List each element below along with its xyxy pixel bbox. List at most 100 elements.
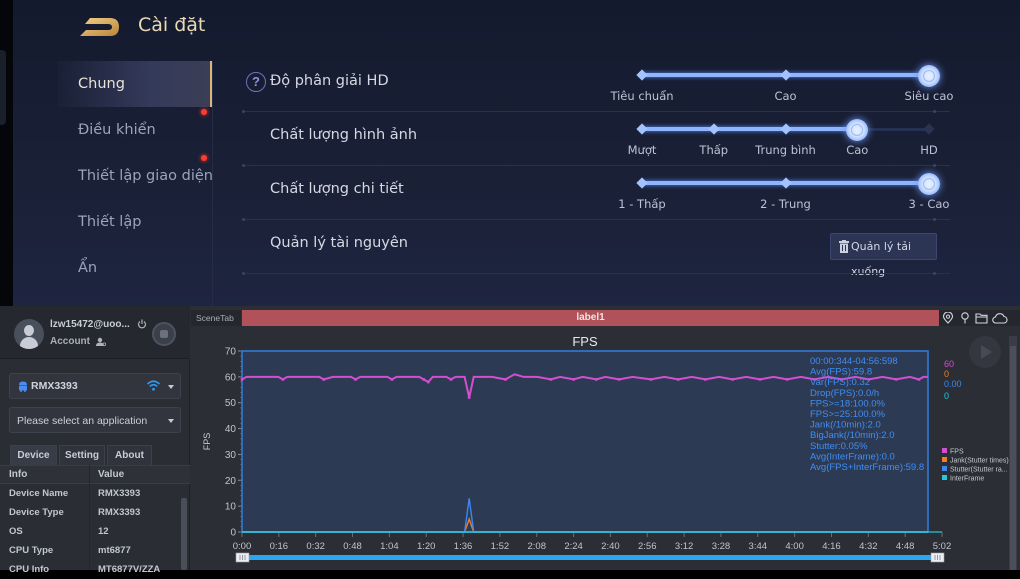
slider-knob[interactable] [846,119,869,141]
location-pin-icon[interactable] [959,312,971,324]
x-tick-label: 4:16 [822,541,841,552]
stat-line: Stutter:0.05% [810,441,868,452]
row-value: RMX3393 [98,488,141,499]
sidebar-item-hidden[interactable]: Ẩn [58,245,213,291]
fps-data-point [549,378,553,381]
fps-data-point [390,378,394,381]
label-bar[interactable]: label1 [242,310,939,326]
device-name: RMX3393 [31,380,78,392]
slider-option-label[interactable]: HD [920,143,938,157]
tab-device[interactable]: Device [10,445,57,465]
back-logo-icon[interactable] [80,17,120,37]
manage-downloads-button[interactable]: Quản lý tải xuống [830,233,937,278]
x-tick-label: 4:48 [896,541,915,552]
android-icon [19,381,27,392]
slider-step-marker[interactable] [779,69,792,81]
fps-data-point [758,378,762,381]
x-tick-label: 2:56 [638,541,657,552]
scene-tab[interactable]: SceneTab [191,310,241,326]
chevron-down-icon [168,385,174,389]
x-tick-label: 4:00 [785,541,804,552]
sidebar-divider [212,61,213,306]
setting-row-detail-quality: Chất lượng chi tiết 1 - Thấp 2 - Trung 3 -… [242,166,950,221]
legend-swatch [942,457,947,462]
y-axis-label: FPS [202,433,212,451]
location-target-icon[interactable] [942,312,954,324]
chart-title: FPS [572,334,598,349]
x-tick-label: 0:48 [343,541,362,552]
image-quality-slider[interactable]: Mượt Thấp Trung bình Cao HD [612,116,950,162]
play-button[interactable] [969,336,1001,368]
slider-step-marker[interactable] [779,123,792,135]
slider-option-label[interactable]: Trung bình [755,143,816,157]
slider-option-label[interactable]: Tiêu chuẩn [610,89,673,103]
slider-option-label[interactable]: 3 - Cao [909,197,950,211]
scrollbar-thumb[interactable] [1010,346,1016,570]
help-icon[interactable]: ? [246,72,266,92]
x-tick-label: 1:20 [417,541,436,552]
column-header-info[interactable]: Info [9,469,27,480]
column-header-value[interactable]: Value [98,469,124,480]
slider-knob[interactable] [918,65,940,87]
account-username: lzw15472@uoo... [50,319,130,330]
slider-step-marker[interactable] [636,123,648,135]
sidebar-item-label: Điều khiển [78,122,156,138]
row-value: 12 [98,526,109,537]
record-button[interactable] [152,322,176,346]
tab-about[interactable]: About [107,445,152,465]
slider-step-marker[interactable] [923,123,935,135]
fps-data-point [572,378,575,381]
detail-quality-slider[interactable]: 1 - Thấp 2 - Trung 3 - Cao [612,170,950,216]
slider-step-marker[interactable] [636,69,648,81]
sidebar-item-general[interactable]: Chung [58,61,213,107]
scrollbar-thumb[interactable] [181,498,187,570]
y-tick-label: 50 [225,398,237,409]
power-icon[interactable] [137,319,147,329]
y-tick-label: 60 [225,372,237,383]
hd-resolution-slider[interactable]: Tiêu chuẩn Cao Siêu cao [610,62,953,108]
device-info-table: Info Value Device Name RMX3393 Device Typ… [0,465,190,579]
slider-step-marker[interactable] [779,177,792,189]
slider-step-marker[interactable] [636,177,648,189]
slider-option-label[interactable]: Siêu cao [905,89,954,103]
device-select[interactable]: RMX3393 [9,373,181,399]
range-slider-track[interactable] [248,555,936,560]
column-divider [89,465,90,570]
fps-data-point [917,378,921,381]
panel-scrollbar[interactable] [1009,336,1017,570]
fps-data-point [449,378,453,381]
x-tick-label: 1:36 [454,541,473,552]
slider-step-marker[interactable] [708,123,720,135]
legend-label: Jank(Stutter times) [950,458,1009,465]
fps-data-point [894,378,898,381]
avatar[interactable] [14,319,44,349]
fps-data-point [649,378,653,381]
sidebar-item-label: Thiết lập [78,214,142,230]
slider-option-label[interactable]: 1 - Thấp [618,197,665,211]
folder-icon[interactable] [975,312,988,324]
slider-knob[interactable] [918,173,940,195]
slider-option-label[interactable]: Mượt [628,143,657,157]
tab-setting[interactable]: Setting [59,445,105,465]
slider-option-label[interactable]: Thấp [699,143,728,157]
row-key: OS [9,526,23,537]
slider-option-label[interactable]: Cao [774,89,796,103]
page-title: Cài đặt [138,14,206,36]
sidebar-item-setup[interactable]: Thiết lập [58,199,213,245]
sidebar-item-interface[interactable]: Thiết lập giao diện [58,153,213,199]
sidebar-item-controls[interactable]: Điều khiển [58,107,213,153]
user-settings-icon[interactable] [96,337,106,346]
setting-row-hd-resolution: ? Độ phân giải HD Tiêu chuẩn Cao Siêu cao [242,58,953,113]
application-select[interactable]: Please select an application [9,407,181,433]
slider-option-label[interactable]: Cao [846,143,868,157]
table-row: Device Name RMX3393 [0,484,190,503]
account-label[interactable]: Account [50,336,90,347]
toolbar-icons [939,310,1020,326]
sidebar-item-label: Thiết lập giao diện [78,168,213,184]
fps-data-point [426,380,430,384]
y-tick-label: 20 [225,476,237,487]
table-scrollbar[interactable] [180,486,188,570]
slider-option-label[interactable]: 2 - Trung [760,197,811,211]
perf-tool-window: lzw15472@uoo... Account RMX3393 Please s… [0,306,1020,575]
cloud-icon[interactable] [992,312,1008,324]
